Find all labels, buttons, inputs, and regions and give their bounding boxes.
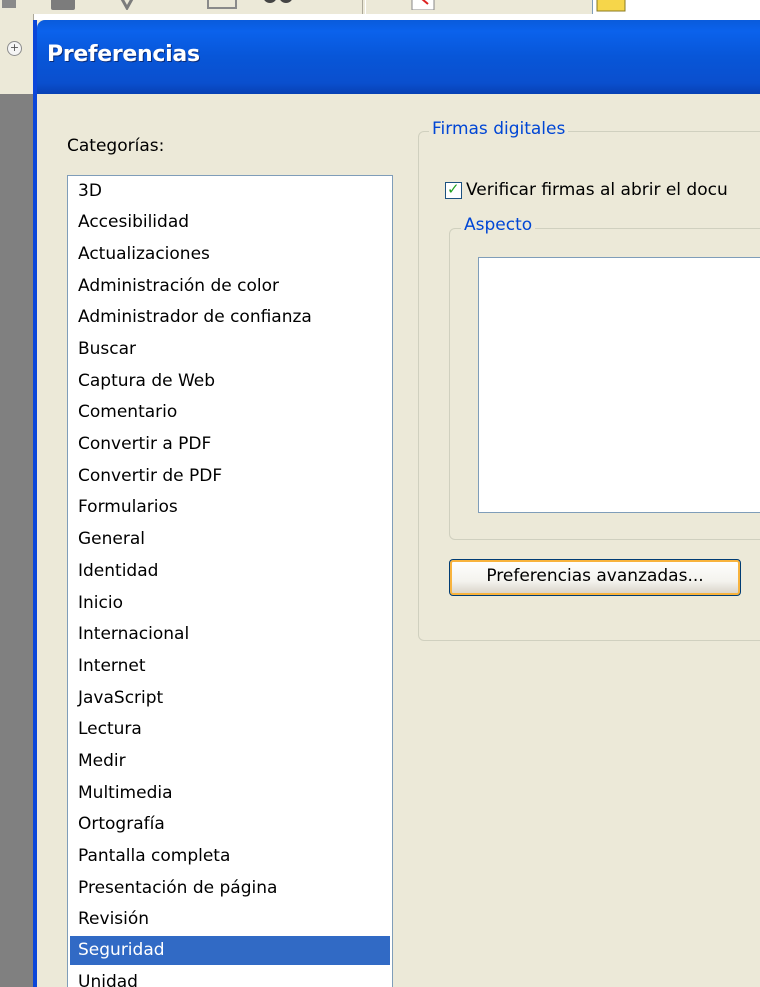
category-item-medir[interactable]: Medir — [70, 747, 390, 776]
category-item-actualizaciones[interactable]: Actualizaciones — [70, 240, 390, 269]
category-item-administracion-color[interactable]: Administración de color — [70, 272, 390, 301]
category-item-internacional[interactable]: Internacional — [70, 620, 390, 649]
category-item-captura-web[interactable]: Captura de Web — [70, 367, 390, 396]
category-item-inicio[interactable]: Inicio — [70, 589, 390, 618]
screen: + Preferencias Categorías: 3D Accesibili… — [0, 0, 760, 987]
category-item-formularios[interactable]: Formularios — [70, 493, 390, 522]
expand-plus-icon[interactable]: + — [7, 41, 22, 56]
category-item-administrador-confianza[interactable]: Administrador de confianza — [70, 303, 390, 332]
category-item-general[interactable]: General — [70, 525, 390, 554]
category-item-comentario[interactable]: Comentario — [70, 398, 390, 427]
category-item-buscar[interactable]: Buscar — [70, 335, 390, 364]
category-item-3d[interactable]: 3D — [70, 177, 390, 206]
toolbar-field[interactable] — [592, 0, 760, 14]
dialog-title: Preferencias — [47, 42, 200, 67]
category-item-identidad[interactable]: Identidad — [70, 557, 390, 586]
comment-note-icon — [596, 0, 626, 12]
app-toolbar — [0, 0, 760, 14]
pdf-document-icon[interactable] — [408, 0, 438, 10]
category-item-multimedia[interactable]: Multimedia — [70, 779, 390, 808]
category-item-pantalla-completa[interactable]: Pantalla completa — [70, 842, 390, 871]
dialog-titlebar[interactable]: Preferencias — [37, 20, 760, 94]
toolbar-separator — [362, 0, 366, 14]
category-item-lectura[interactable]: Lectura — [70, 715, 390, 744]
category-item-unidad[interactable]: Unidad — [70, 968, 390, 987]
dialog-body: Categorías: 3D Accesibilidad Actualizaci… — [37, 94, 760, 987]
toolbar-tool-icon[interactable] — [0, 0, 20, 10]
firmas-digitales-legend: Firmas digitales — [429, 119, 569, 139]
category-item-javascript[interactable]: JavaScript — [70, 684, 390, 713]
category-item-accesibilidad[interactable]: Accesibilidad — [70, 208, 390, 237]
category-item-revision[interactable]: Revisión — [70, 905, 390, 934]
category-item-internet[interactable]: Internet — [70, 652, 390, 681]
category-item-convertir-de-pdf[interactable]: Convertir de PDF — [70, 462, 390, 491]
aspecto-legend: Aspecto — [461, 215, 536, 235]
category-item-presentacion-pagina[interactable]: Presentación de página — [70, 874, 390, 903]
category-item-seguridad[interactable]: Seguridad — [70, 936, 390, 965]
search-binoculars-icon[interactable] — [262, 0, 294, 10]
attach-icon[interactable] — [112, 0, 142, 10]
signature-appearance-preview — [478, 257, 760, 513]
toolbar-grip-icon — [372, 0, 382, 10]
preferences-dialog: Preferencias Categorías: 3D Accesibilida… — [33, 20, 760, 987]
email-icon[interactable] — [206, 0, 238, 10]
category-item-convertir-a-pdf[interactable]: Convertir a PDF — [70, 430, 390, 459]
category-item-ortografia[interactable]: Ortografía — [70, 810, 390, 839]
verify-signatures-label[interactable]: Verificar firmas al abrir el docu — [466, 180, 728, 200]
categories-listbox[interactable]: 3D Accesibilidad Actualizaciones Adminis… — [67, 175, 393, 987]
advanced-preferences-button[interactable]: Preferencias avanzadas... — [449, 559, 741, 596]
categories-label: Categorías: — [67, 136, 165, 156]
print-icon[interactable] — [48, 0, 78, 10]
app-side-panel — [0, 14, 33, 987]
checkmark-icon: ✓ — [447, 180, 460, 198]
verify-signatures-checkbox[interactable]: ✓ — [445, 180, 462, 199]
